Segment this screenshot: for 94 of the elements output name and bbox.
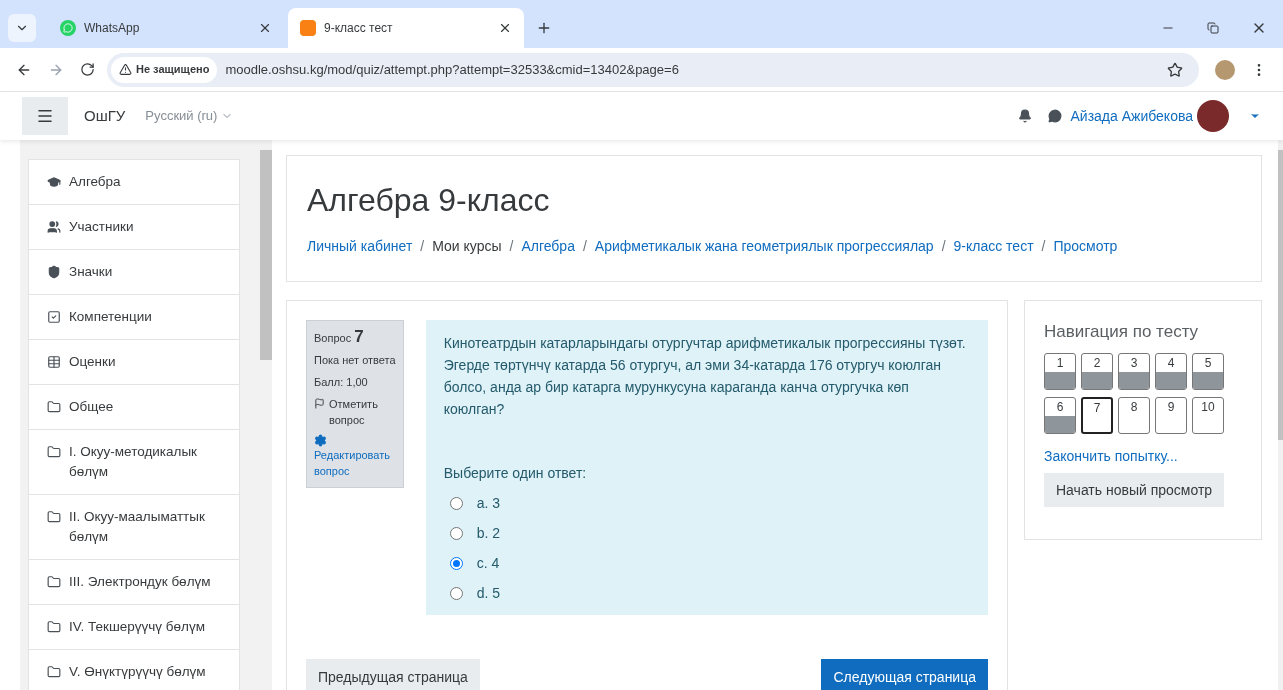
sidebar-item[interactable]: III. Электрондук бөлүм	[29, 560, 239, 605]
notification-icon[interactable]	[1018, 109, 1033, 123]
flag-question-link[interactable]: Отметить вопрос	[314, 396, 396, 428]
sidebar-item[interactable]: Общее	[29, 385, 239, 430]
breadcrumb-separator: /	[941, 237, 946, 256]
breadcrumb-separator: /	[509, 237, 514, 256]
radio-button[interactable]	[449, 526, 463, 540]
folder-icon	[47, 445, 61, 459]
breadcrumb-link[interactable]: 9-класс тест	[953, 236, 1034, 257]
question-nav-button[interactable]: 10	[1192, 397, 1224, 434]
security-label: Не защищено	[136, 62, 210, 78]
breadcrumb-separator: /	[582, 237, 587, 256]
answer-prompt: Выберите один ответ:	[443, 464, 588, 483]
reload-icon[interactable]	[80, 62, 95, 77]
user-avatar[interactable]	[1197, 100, 1229, 132]
message-icon[interactable]	[1048, 109, 1063, 123]
new-tab-icon[interactable]	[536, 20, 552, 36]
sidebar-item[interactable]: II. Окуу-маалыматтык бөлүм	[29, 495, 239, 560]
edit-question-link[interactable]: Редактировать вопрос	[314, 447, 396, 479]
sidebar-item[interactable]: Участники	[29, 205, 239, 250]
tab-title: WhatsApp	[84, 20, 141, 37]
breadcrumb-text: Мои курсы	[432, 237, 502, 256]
close-icon[interactable]	[498, 21, 512, 35]
next-page-button[interactable]: Следующая страница	[821, 659, 988, 690]
folder-icon	[47, 620, 61, 634]
security-chip[interactable]: Не защищено	[111, 56, 218, 83]
users-icon	[47, 220, 61, 234]
radio-button[interactable]	[449, 496, 463, 510]
breadcrumb-link[interactable]: Арифметикалык жана геометриялык прогрессиялар	[594, 236, 934, 257]
folder-icon	[47, 575, 61, 589]
question-nav-button[interactable]: 3	[1118, 353, 1150, 390]
chat-logo-icon	[60, 20, 76, 36]
restore-icon[interactable]	[1207, 22, 1219, 34]
answer-option[interactable]: d. 5	[476, 582, 501, 604]
page-scrollbar[interactable]	[1278, 140, 1283, 690]
sidebar-item[interactable]: IV. Текшерүүчү бөлүм	[29, 605, 239, 650]
navigation-title: Навигация по тесту	[1044, 321, 1200, 343]
breadcrumb-link[interactable]: Просмотр	[1053, 236, 1118, 257]
question-nav-button[interactable]: 6	[1044, 397, 1076, 434]
sidebar-item[interactable]: Оценки	[29, 340, 239, 385]
answer-option[interactable]: a. 3	[476, 492, 501, 514]
question-number: Вопрос 7	[314, 329, 365, 346]
finish-attempt-link[interactable]: Закончить попытку...	[1044, 445, 1242, 467]
folder-icon	[47, 400, 61, 414]
flag-icon	[314, 398, 325, 409]
radio-button[interactable]	[449, 556, 463, 570]
sidebar-item[interactable]: Алгебра	[29, 160, 239, 205]
question-nav-button[interactable]: 7	[1081, 397, 1113, 434]
profile-avatar[interactable]	[1215, 59, 1235, 80]
settings-icon[interactable]	[314, 434, 327, 447]
close-icon[interactable]	[258, 21, 272, 35]
answer-option[interactable]: b. 2	[476, 522, 501, 544]
breadcrumb-link[interactable]: Личный кабинет	[307, 236, 413, 257]
question-nav-button[interactable]: 2	[1081, 353, 1113, 390]
menu-icon	[36, 107, 54, 125]
tab-title: 9-класс тест	[324, 20, 394, 37]
user-name[interactable]: Айзада Ажибекова	[1070, 105, 1193, 127]
language-label: Русский (ru)	[145, 107, 218, 126]
question-nav-button[interactable]: 4	[1155, 353, 1187, 390]
radio-button[interactable]	[449, 586, 463, 600]
folder-icon	[47, 510, 61, 524]
url-text: moodle.oshsu.kg/mod/quiz/attempt.php?attempt=32533&cmid=13402&page=6	[225, 60, 680, 79]
menu-button[interactable]	[22, 97, 68, 135]
question-nav-button[interactable]: 9	[1155, 397, 1187, 434]
table-icon	[47, 355, 61, 369]
flag-label: Отметить вопрос	[329, 397, 379, 428]
breadcrumb-link[interactable]: Алгебра	[521, 236, 575, 257]
question-nav-button[interactable]: 1	[1044, 353, 1076, 390]
graduation-cap-icon	[47, 175, 61, 189]
question-nav-button[interactable]: 5	[1192, 353, 1224, 390]
bookmark-star-icon[interactable]	[1167, 61, 1183, 78]
shield-icon	[47, 265, 61, 279]
sidebar-item[interactable]: Компетенции	[29, 295, 239, 340]
question-text: Кинотеатрдын катарларындагы отургучтар арифметикалык прогрессияны түзөт. Эгерде төртүнчү катарда 56 отургуч, ал эми 34-катарда 176 отургуч коюлган болсо, анда ар бир катарга мурункусуна караганда канча отургучка көп коюлган?	[443, 334, 967, 419]
sidebar-item[interactable]: I. Окуу-методикалык бөлүм	[29, 430, 239, 495]
sidebar-item[interactable]: Значки	[29, 250, 239, 295]
site-name[interactable]: ОшГУ	[84, 104, 126, 128]
question-mark: Балл: 1,00	[314, 375, 369, 390]
breadcrumb-separator: /	[1041, 237, 1046, 256]
address-bar[interactable]: Не защищено moodle.oshsu.kg/mod/quiz/attempt.php?attempt=32533&cmid=13402&page=6	[107, 52, 1199, 87]
folder-icon	[47, 665, 61, 679]
previous-page-button[interactable]: Предыдущая страница	[306, 659, 480, 690]
question-nav-button[interactable]: 8	[1118, 397, 1150, 434]
language-menu[interactable]: Русский (ru)	[145, 106, 234, 126]
checkbox-icon	[47, 310, 61, 324]
sidebar-item[interactable]: V. Өнүктүрүүчү бөлүм	[29, 650, 239, 690]
new-preview-button[interactable]: Начать новый просмотр	[1044, 473, 1225, 507]
breadcrumb-separator: /	[420, 237, 425, 256]
warning-icon	[119, 63, 132, 76]
page-title: Алгебра 9-класс	[307, 181, 551, 220]
browser-tab[interactable]: WhatsApp	[48, 8, 284, 48]
browser-tab[interactable]: 9-класс тест	[288, 8, 524, 48]
question-status: Пока нет ответа	[314, 353, 396, 368]
answer-option[interactable]: c. 4	[476, 552, 500, 574]
